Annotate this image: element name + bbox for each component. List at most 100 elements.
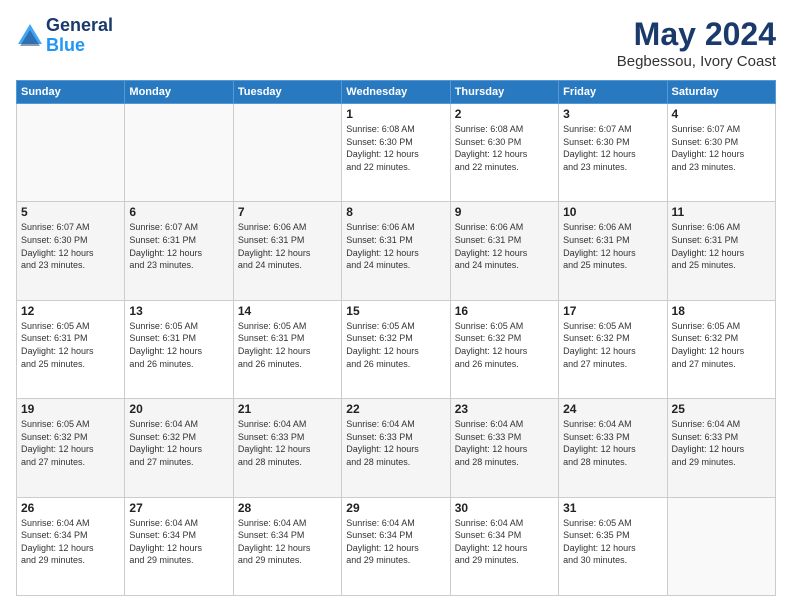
day-number: 24 [563, 402, 662, 416]
calendar-cell: 24 Sunrise: 6:04 AM Sunset: 6:33 PM Dayli… [559, 399, 667, 497]
day-info: Sunrise: 6:06 AM Sunset: 6:31 PM Dayligh… [238, 221, 337, 271]
calendar-cell [125, 104, 233, 202]
day-info: Sunrise: 6:05 AM Sunset: 6:32 PM Dayligh… [346, 320, 445, 370]
day-info: Sunrise: 6:06 AM Sunset: 6:31 PM Dayligh… [563, 221, 662, 271]
calendar-cell: 23Sunrise: 6:04 AM Sunset: 6:33 PM Dayli… [450, 399, 558, 497]
calendar-cell: 26 Sunrise: 6:04 AM Sunset: 6:34 PM Dayli… [17, 497, 125, 595]
calendar-cell: 13 Sunrise: 6:05 AM Sunset: 6:31 PM Dayli… [125, 300, 233, 398]
day-number: 29 [346, 501, 445, 515]
day-number: 11 [672, 205, 771, 219]
day-info: Sunrise: 6:05 AM Sunset: 6:35 PM Dayligh… [563, 517, 662, 567]
day-info: Sunrise: 6:05 AM Sunset: 6:31 PM Dayligh… [238, 320, 337, 370]
calendar-table: SundayMondayTuesdayWednesdayThursdayFrid… [16, 80, 776, 596]
calendar-cell: 22 Sunrise: 6:04 AM Sunset: 6:33 PM Dayli… [342, 399, 450, 497]
day-header-saturday: Saturday [667, 81, 775, 104]
calendar-header-row: SundayMondayTuesdayWednesdayThursdayFrid… [17, 81, 776, 104]
page: GeneralBlue May 2024 Begbessou, Ivory Co… [0, 0, 792, 612]
day-info: Sunrise: 6:06 AM Sunset: 6:31 PM Dayligh… [455, 221, 554, 271]
day-info: Sunrise: 6:04 AM Sunset: 6:33 PM Dayligh… [238, 418, 337, 468]
day-number: 22 [346, 402, 445, 416]
calendar-week-row: 5Sunrise: 6:07 AM Sunset: 6:30 PM Daylig… [17, 202, 776, 300]
day-info: Sunrise: 6:04 AM Sunset: 6:33 PM Dayligh… [346, 418, 445, 468]
calendar-cell [233, 104, 341, 202]
day-number: 6 [129, 205, 228, 219]
logo-icon [16, 22, 44, 50]
day-number: 10 [563, 205, 662, 219]
day-info: Sunrise: 6:04 AM Sunset: 6:32 PM Dayligh… [129, 418, 228, 468]
day-number: 8 [346, 205, 445, 219]
day-number: 30 [455, 501, 554, 515]
day-info: Sunrise: 6:05 AM Sunset: 6:32 PM Dayligh… [563, 320, 662, 370]
day-header-monday: Monday [125, 81, 233, 104]
day-info: Sunrise: 6:07 AM Sunset: 6:30 PM Dayligh… [21, 221, 120, 271]
day-info: Sunrise: 6:04 AM Sunset: 6:33 PM Dayligh… [455, 418, 554, 468]
day-info: Sunrise: 6:04 AM Sunset: 6:33 PM Dayligh… [672, 418, 771, 468]
day-number: 20 [129, 402, 228, 416]
day-number: 7 [238, 205, 337, 219]
calendar-cell: 28Sunrise: 6:04 AM Sunset: 6:34 PM Dayli… [233, 497, 341, 595]
calendar-cell: 12Sunrise: 6:05 AM Sunset: 6:31 PM Dayli… [17, 300, 125, 398]
day-number: 2 [455, 107, 554, 121]
calendar-cell: 11 Sunrise: 6:06 AM Sunset: 6:31 PM Dayli… [667, 202, 775, 300]
day-number: 9 [455, 205, 554, 219]
day-info: Sunrise: 6:04 AM Sunset: 6:34 PM Dayligh… [455, 517, 554, 567]
month-year: May 2024 [617, 16, 776, 53]
day-number: 31 [563, 501, 662, 515]
day-number: 19 [21, 402, 120, 416]
calendar-cell: 25Sunrise: 6:04 AM Sunset: 6:33 PM Dayli… [667, 399, 775, 497]
calendar-cell: 15 Sunrise: 6:05 AM Sunset: 6:32 PM Dayli… [342, 300, 450, 398]
calendar-cell: 2 Sunrise: 6:08 AM Sunset: 6:30 PM Daylig… [450, 104, 558, 202]
calendar-cell: 7 Sunrise: 6:06 AM Sunset: 6:31 PM Daylig… [233, 202, 341, 300]
day-header-friday: Friday [559, 81, 667, 104]
day-info: Sunrise: 6:05 AM Sunset: 6:32 PM Dayligh… [672, 320, 771, 370]
calendar-cell: 10 Sunrise: 6:06 AM Sunset: 6:31 PM Dayli… [559, 202, 667, 300]
day-info: Sunrise: 6:05 AM Sunset: 6:31 PM Dayligh… [129, 320, 228, 370]
calendar-cell: 18 Sunrise: 6:05 AM Sunset: 6:32 PM Dayli… [667, 300, 775, 398]
day-info: Sunrise: 6:04 AM Sunset: 6:33 PM Dayligh… [563, 418, 662, 468]
day-number: 1 [346, 107, 445, 121]
day-info: Sunrise: 6:08 AM Sunset: 6:30 PM Dayligh… [455, 123, 554, 173]
logo-text: GeneralBlue [46, 16, 113, 56]
header: GeneralBlue May 2024 Begbessou, Ivory Co… [16, 16, 776, 70]
calendar-cell: 4 Sunrise: 6:07 AM Sunset: 6:30 PM Daylig… [667, 104, 775, 202]
calendar-cell: 3 Sunrise: 6:07 AM Sunset: 6:30 PM Daylig… [559, 104, 667, 202]
day-number: 14 [238, 304, 337, 318]
calendar-week-row: 19 Sunrise: 6:05 AM Sunset: 6:32 PM Dayli… [17, 399, 776, 497]
day-info: Sunrise: 6:06 AM Sunset: 6:31 PM Dayligh… [346, 221, 445, 271]
day-info: Sunrise: 6:07 AM Sunset: 6:31 PM Dayligh… [129, 221, 228, 271]
day-header-sunday: Sunday [17, 81, 125, 104]
calendar-cell: 16 Sunrise: 6:05 AM Sunset: 6:32 PM Dayli… [450, 300, 558, 398]
calendar-cell: 8 Sunrise: 6:06 AM Sunset: 6:31 PM Daylig… [342, 202, 450, 300]
day-number: 21 [238, 402, 337, 416]
day-number: 16 [455, 304, 554, 318]
day-number: 26 [21, 501, 120, 515]
calendar-cell: 20 Sunrise: 6:04 AM Sunset: 6:32 PM Dayli… [125, 399, 233, 497]
day-number: 3 [563, 107, 662, 121]
calendar-cell: 14 Sunrise: 6:05 AM Sunset: 6:31 PM Dayli… [233, 300, 341, 398]
day-info: Sunrise: 6:06 AM Sunset: 6:31 PM Dayligh… [672, 221, 771, 271]
calendar-week-row: 1 Sunrise: 6:08 AM Sunset: 6:30 PM Daylig… [17, 104, 776, 202]
day-info: Sunrise: 6:04 AM Sunset: 6:34 PM Dayligh… [21, 517, 120, 567]
day-info: Sunrise: 6:05 AM Sunset: 6:32 PM Dayligh… [455, 320, 554, 370]
calendar-cell [667, 497, 775, 595]
calendar-cell: 19 Sunrise: 6:05 AM Sunset: 6:32 PM Dayli… [17, 399, 125, 497]
day-info: Sunrise: 6:07 AM Sunset: 6:30 PM Dayligh… [672, 123, 771, 173]
logo: GeneralBlue [16, 16, 113, 56]
day-number: 4 [672, 107, 771, 121]
day-header-tuesday: Tuesday [233, 81, 341, 104]
day-info: Sunrise: 6:05 AM Sunset: 6:32 PM Dayligh… [21, 418, 120, 468]
calendar-week-row: 12Sunrise: 6:05 AM Sunset: 6:31 PM Dayli… [17, 300, 776, 398]
day-number: 18 [672, 304, 771, 318]
calendar-cell: 27Sunrise: 6:04 AM Sunset: 6:34 PM Dayli… [125, 497, 233, 595]
calendar-cell: 31 Sunrise: 6:05 AM Sunset: 6:35 PM Dayli… [559, 497, 667, 595]
calendar-week-row: 26 Sunrise: 6:04 AM Sunset: 6:34 PM Dayli… [17, 497, 776, 595]
calendar-cell: 30 Sunrise: 6:04 AM Sunset: 6:34 PM Dayli… [450, 497, 558, 595]
calendar-cell: 21 Sunrise: 6:04 AM Sunset: 6:33 PM Dayli… [233, 399, 341, 497]
calendar-cell: 29Sunrise: 6:04 AM Sunset: 6:34 PM Dayli… [342, 497, 450, 595]
day-info: Sunrise: 6:04 AM Sunset: 6:34 PM Dayligh… [238, 517, 337, 567]
day-number: 15 [346, 304, 445, 318]
day-number: 17 [563, 304, 662, 318]
day-info: Sunrise: 6:07 AM Sunset: 6:30 PM Dayligh… [563, 123, 662, 173]
location: Begbessou, Ivory Coast [617, 53, 776, 70]
day-number: 13 [129, 304, 228, 318]
